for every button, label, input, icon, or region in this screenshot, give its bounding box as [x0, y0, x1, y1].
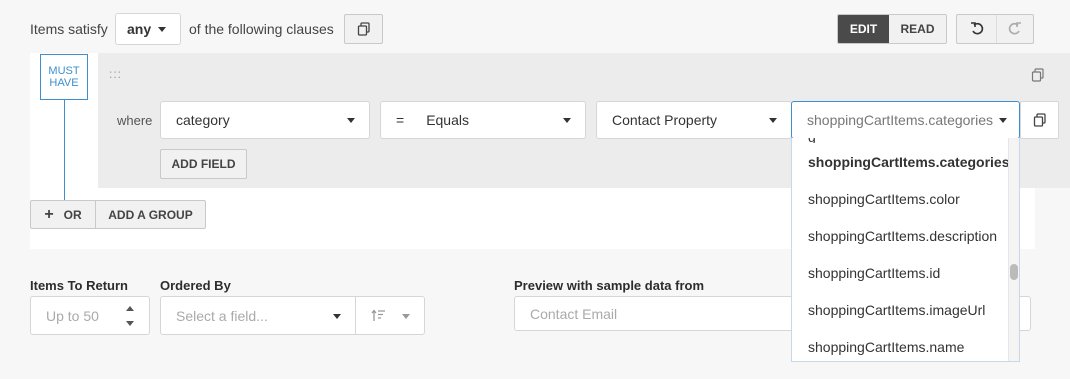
- ordered-by-label: Ordered By: [160, 278, 231, 293]
- copy-condition-button[interactable]: [1020, 101, 1059, 139]
- property-dropdown-list: g shoppingCartItems.categoriesshoppingCa…: [791, 138, 1020, 362]
- dropdown-scrollbar[interactable]: [1008, 138, 1019, 361]
- undo-button[interactable]: [957, 15, 997, 43]
- property-select[interactable]: shoppingCartItems.categories: [791, 101, 1020, 139]
- copy-clauses-button[interactable]: [344, 14, 383, 44]
- following-clauses-label: of the following clauses: [189, 21, 334, 37]
- operator-symbol: =: [396, 112, 405, 128]
- dropdown-option[interactable]: shoppingCartItems.name: [792, 328, 1019, 361]
- source-select[interactable]: Contact Property: [596, 101, 792, 139]
- or-button[interactable]: + OR: [31, 201, 96, 228]
- satisfy-select-value: any: [127, 21, 152, 37]
- or-label: OR: [63, 207, 82, 222]
- dropdown-option[interactable]: shoppingCartItems.imageUrl: [792, 291, 1019, 328]
- preview-label: Preview with sample data from: [514, 278, 705, 293]
- dropdown-scrollbar-thumb[interactable]: [1010, 264, 1018, 280]
- chevron-down-icon: [347, 118, 355, 123]
- chevron-down-icon: [333, 313, 341, 319]
- items-to-return-label: Items To Return: [30, 278, 128, 293]
- edit-mode-button[interactable]: EDIT: [838, 15, 889, 43]
- copy-icon: [1033, 113, 1046, 127]
- ordered-by-placeholder: Select a field...: [176, 307, 268, 324]
- sort-direction-select[interactable]: [355, 296, 425, 335]
- dropdown-option[interactable]: shoppingCartItems.color: [792, 180, 1019, 217]
- undo-redo-group: [956, 14, 1034, 44]
- chevron-down-icon: [563, 118, 571, 123]
- field-select-value: category: [176, 112, 230, 128]
- group-actions: + OR ADD A GROUP: [30, 200, 206, 229]
- dropdown-option[interactable]: shoppingCartItems.id: [792, 254, 1019, 291]
- chevron-down-icon: [769, 118, 777, 123]
- add-group-button[interactable]: ADD A GROUP: [96, 201, 205, 228]
- where-label: where: [117, 113, 153, 128]
- items-to-return-placeholder: Up to 50: [46, 307, 99, 324]
- operator-select-value: Equals: [426, 112, 469, 128]
- chevron-down-icon: [158, 27, 166, 32]
- chevron-down-icon: [402, 313, 410, 319]
- source-select-value: Contact Property: [612, 112, 718, 128]
- field-select[interactable]: category: [160, 101, 370, 139]
- add-field-button[interactable]: ADD FIELD: [160, 149, 247, 179]
- redo-icon: [1008, 22, 1021, 35]
- must-have-connector-line: [64, 100, 65, 201]
- copy-clause-button[interactable]: [1031, 68, 1047, 84]
- plus-icon: +: [44, 205, 54, 223]
- copy-icon: [357, 22, 370, 36]
- operator-select[interactable]: = Equals: [380, 101, 586, 139]
- drag-handle-icon[interactable]: :::: [109, 67, 122, 81]
- ordered-by-select[interactable]: Select a field...: [160, 296, 356, 335]
- must-have-badge: MUST HAVE: [40, 54, 88, 100]
- stepper-up-icon[interactable]: [126, 306, 134, 311]
- property-select-value: shoppingCartItems.categories: [807, 112, 993, 128]
- undo-icon: [970, 22, 983, 35]
- read-mode-button[interactable]: READ: [889, 15, 946, 43]
- redo-button[interactable]: [997, 15, 1033, 43]
- dropdown-option[interactable]: shoppingCartItems.description: [792, 217, 1019, 254]
- stepper-down-icon[interactable]: [126, 321, 134, 326]
- items-to-return-input[interactable]: Up to 50: [30, 296, 150, 335]
- sort-icon: [371, 309, 385, 321]
- satisfy-select[interactable]: any: [115, 13, 181, 45]
- dropdown-option[interactable]: shoppingCartItems.categories: [792, 143, 1019, 180]
- edit-read-toggle: EDIT READ: [837, 14, 947, 44]
- preview-placeholder: Contact Email: [530, 305, 618, 322]
- chevron-down-icon: [999, 118, 1007, 123]
- copy-icon: [1031, 68, 1044, 82]
- items-satisfy-label: Items satisfy: [30, 21, 108, 37]
